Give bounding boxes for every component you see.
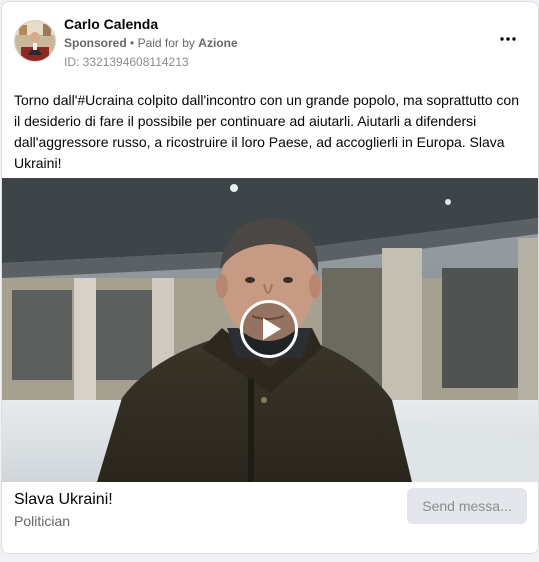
paid-for-entity: Azione xyxy=(198,36,238,50)
page-name[interactable]: Carlo Calenda xyxy=(64,16,158,32)
separator-dot: • xyxy=(130,36,135,50)
sponsored-line: Sponsored • Paid for by Azione xyxy=(64,36,238,50)
post-header: Carlo Calenda Sponsored • Paid for by Az… xyxy=(2,2,538,80)
page-avatar[interactable] xyxy=(14,20,56,62)
cta-title[interactable]: Slava Ukraini! xyxy=(14,491,113,509)
avatar-image xyxy=(15,21,55,61)
send-message-button[interactable]: Send messa... xyxy=(407,488,527,524)
cta-footer: Slava Ukraini! Politician Send messa... xyxy=(2,482,538,553)
ad-card: Carlo Calenda Sponsored • Paid for by Az… xyxy=(1,1,539,554)
paid-for-prefix: Paid for by xyxy=(137,36,195,50)
play-button[interactable] xyxy=(240,300,298,358)
cta-subtitle: Politician xyxy=(14,513,71,529)
more-horizontal-icon xyxy=(500,37,516,41)
more-options-button[interactable] xyxy=(496,29,520,49)
video-player[interactable] xyxy=(2,178,538,482)
play-icon xyxy=(263,318,281,340)
sponsored-label: Sponsored xyxy=(64,36,127,50)
ad-id: ID: 3321394608114213 xyxy=(64,55,189,69)
post-message: Torno dall'#Ucraina colpito dall'incontr… xyxy=(14,92,519,171)
